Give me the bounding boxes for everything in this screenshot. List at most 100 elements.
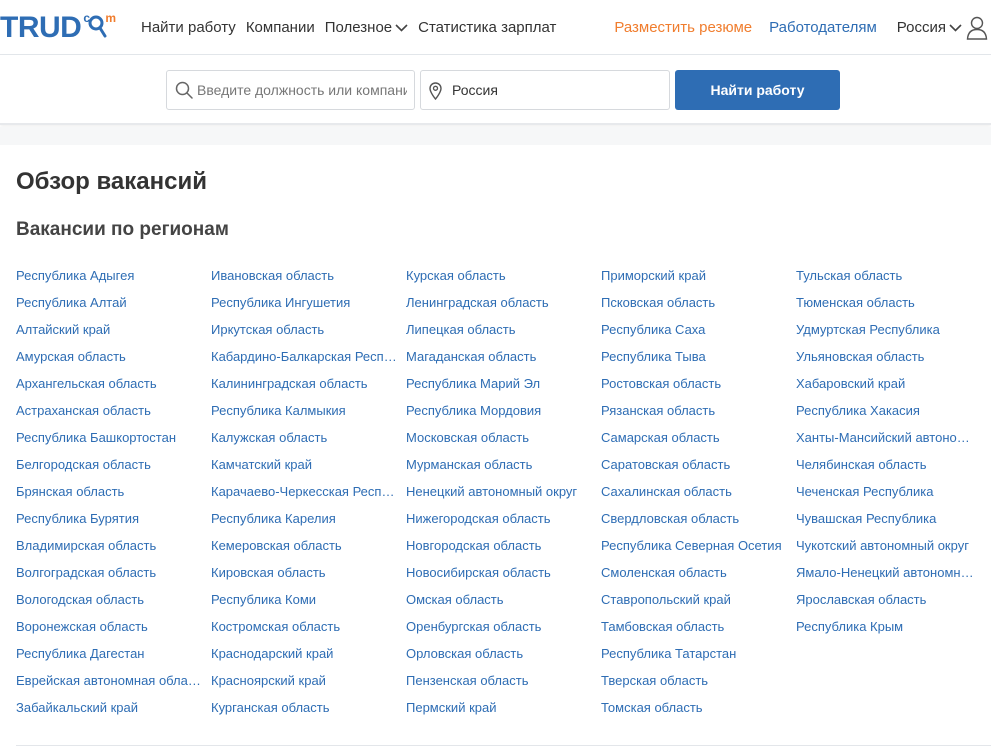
- region-link[interactable]: Чувашская Республика: [796, 505, 976, 532]
- region-link[interactable]: Ульяновская область: [796, 343, 976, 370]
- region-link[interactable]: Республика Хакасия: [796, 397, 976, 424]
- region-link[interactable]: Липецкая область: [406, 316, 591, 343]
- region-link[interactable]: Ставропольский край: [601, 586, 789, 613]
- user-icon[interactable]: [966, 16, 988, 40]
- find-job-button[interactable]: Найти работу: [675, 70, 840, 110]
- region-link[interactable]: Республика Крым: [796, 613, 976, 640]
- search-input[interactable]: [197, 71, 407, 109]
- region-link[interactable]: Астраханская область: [16, 397, 204, 424]
- region-link[interactable]: Республика Северная Осетия: [601, 532, 789, 559]
- search-bar: Найти работу: [0, 55, 991, 125]
- region-link[interactable]: Республика Татарстан: [601, 640, 789, 667]
- region-link[interactable]: Самарская область: [601, 424, 789, 451]
- region-link[interactable]: Кемеровская область: [211, 532, 399, 559]
- region-link[interactable]: Республика Мордовия: [406, 397, 591, 424]
- region-link[interactable]: Мурманская область: [406, 451, 591, 478]
- region-link[interactable]: Краснодарский край: [211, 640, 399, 667]
- region-link[interactable]: Республика Адыгея: [16, 262, 204, 289]
- region-link[interactable]: Кировская область: [211, 559, 399, 586]
- region-link[interactable]: Ленинградская область: [406, 289, 591, 316]
- region-link[interactable]: Тюменская область: [796, 289, 976, 316]
- region-link[interactable]: Волгоградская область: [16, 559, 204, 586]
- region-link[interactable]: Республика Калмыкия: [211, 397, 399, 424]
- nav-useful-dropdown[interactable]: Полезное: [325, 19, 408, 36]
- location-input[interactable]: [452, 71, 662, 109]
- region-link[interactable]: Республика Коми: [211, 586, 399, 613]
- site-logo[interactable]: TRUD c m: [0, 11, 117, 45]
- region-link[interactable]: Нижегородская область: [406, 505, 591, 532]
- region-link[interactable]: Челябинская область: [796, 451, 976, 478]
- region-link[interactable]: Саратовская область: [601, 451, 789, 478]
- post-resume-link[interactable]: Разместить резюме: [614, 19, 752, 36]
- region-link[interactable]: Республика Карелия: [211, 505, 399, 532]
- region-link[interactable]: Забайкальский край: [16, 694, 204, 721]
- region-link[interactable]: Ярославская область: [796, 586, 976, 613]
- region-link[interactable]: Красноярский край: [211, 667, 399, 694]
- region-link[interactable]: Калужская область: [211, 424, 399, 451]
- region-link[interactable]: Республика Тыва: [601, 343, 789, 370]
- region-selector[interactable]: Россия: [897, 19, 962, 36]
- region-link[interactable]: Брянская область: [16, 478, 204, 505]
- region-link[interactable]: Республика Башкортостан: [16, 424, 204, 451]
- region-link[interactable]: Ростовская область: [601, 370, 789, 397]
- region-link[interactable]: Камчатский край: [211, 451, 399, 478]
- region-link[interactable]: Ямало-Ненецкий автономный округ: [796, 559, 976, 586]
- region-link[interactable]: Белгородская область: [16, 451, 204, 478]
- region-link[interactable]: Ненецкий автономный округ: [406, 478, 591, 505]
- region-link[interactable]: Новосибирская область: [406, 559, 591, 586]
- region-link[interactable]: Удмуртская Республика: [796, 316, 976, 343]
- region-link[interactable]: Калининградская область: [211, 370, 399, 397]
- nav-find-job[interactable]: Найти работу: [141, 19, 236, 36]
- region-link[interactable]: Республика Бурятия: [16, 505, 204, 532]
- region-link[interactable]: Кабардино-Балкарская Республика: [211, 343, 399, 370]
- region-link[interactable]: Республика Алтай: [16, 289, 204, 316]
- region-link[interactable]: Смоленская область: [601, 559, 789, 586]
- region-link[interactable]: Магаданская область: [406, 343, 591, 370]
- region-link[interactable]: Алтайский край: [16, 316, 204, 343]
- region-link[interactable]: Чукотский автономный округ: [796, 532, 976, 559]
- nav-companies[interactable]: Компании: [246, 19, 315, 36]
- region-link[interactable]: Иркутская область: [211, 316, 399, 343]
- region-link[interactable]: Рязанская область: [601, 397, 789, 424]
- region-link[interactable]: Приморский край: [601, 262, 789, 289]
- region-link[interactable]: Ханты-Мансийский автономный округ: [796, 424, 976, 451]
- region-link[interactable]: Новгородская область: [406, 532, 591, 559]
- logo-com-mark: c m: [81, 11, 117, 45]
- region-link[interactable]: Карачаево-Черкесская Республика: [211, 478, 399, 505]
- region-link[interactable]: Вологодская область: [16, 586, 204, 613]
- region-link[interactable]: Томская область: [601, 694, 789, 721]
- region-link[interactable]: Воронежская область: [16, 613, 204, 640]
- region-link[interactable]: Тульская область: [796, 262, 976, 289]
- region-link[interactable]: Свердловская область: [601, 505, 789, 532]
- region-link[interactable]: Тамбовская область: [601, 613, 789, 640]
- region-link[interactable]: Амурская область: [16, 343, 204, 370]
- region-link[interactable]: Республика Саха: [601, 316, 789, 343]
- region-link[interactable]: Республика Дагестан: [16, 640, 204, 667]
- region-link[interactable]: Тверская область: [601, 667, 789, 694]
- region-link[interactable]: Сахалинская область: [601, 478, 789, 505]
- region-link[interactable]: Московская область: [406, 424, 591, 451]
- nav-salary-stats[interactable]: Статистика зарплат: [418, 19, 556, 36]
- region-link[interactable]: Хабаровский край: [796, 370, 976, 397]
- region-link[interactable]: Республика Марий Эл: [406, 370, 591, 397]
- nav-useful-label: Полезное: [324, 19, 393, 36]
- region-link[interactable]: Орловская область: [406, 640, 591, 667]
- regions-column: Курская область Ленинградская область Ли…: [406, 262, 591, 721]
- region-link[interactable]: Чеченская Республика: [796, 478, 976, 505]
- region-link[interactable]: Ивановская область: [211, 262, 399, 289]
- logo-word: TRUD: [0, 11, 82, 44]
- region-link[interactable]: Костромская область: [211, 613, 399, 640]
- region-link[interactable]: Псковская область: [601, 289, 789, 316]
- region-link[interactable]: Курская область: [406, 262, 591, 289]
- region-link[interactable]: Пензенская область: [406, 667, 591, 694]
- region-link[interactable]: Архангельская область: [16, 370, 204, 397]
- employers-link[interactable]: Работодателям: [769, 19, 877, 36]
- region-link[interactable]: Республика Ингушетия: [211, 289, 399, 316]
- region-link[interactable]: Оренбургская область: [406, 613, 591, 640]
- region-link[interactable]: Владимирская область: [16, 532, 204, 559]
- location-pin-icon: [429, 82, 442, 100]
- region-link[interactable]: Пермский край: [406, 694, 591, 721]
- region-link[interactable]: Еврейская автономная обласЕврейская авто…: [16, 667, 204, 694]
- region-link[interactable]: Курганская область: [211, 694, 399, 721]
- region-link[interactable]: Омская область: [406, 586, 591, 613]
